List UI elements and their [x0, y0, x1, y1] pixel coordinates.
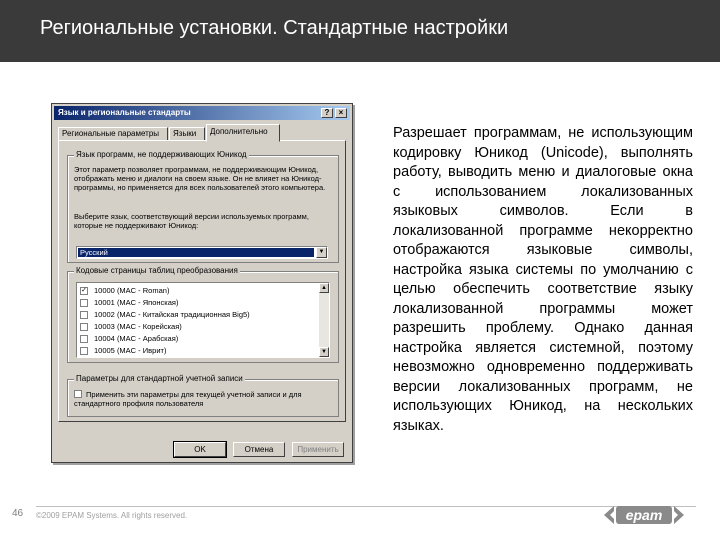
checkbox-checked[interactable]: ✓ — [80, 287, 88, 296]
nonunicode-info-text: Этот параметр позволяет программам, не п… — [74, 165, 326, 192]
checkbox[interactable] — [80, 299, 88, 308]
language-select[interactable]: Русский ▼ — [76, 246, 328, 259]
list-item-label: 10002 (MAC - Китайская традиционная Big5… — [94, 310, 250, 319]
dialog-title: Язык и региональные стандарты — [58, 108, 191, 117]
logo-text: epam — [626, 507, 663, 523]
checkbox[interactable] — [80, 323, 88, 332]
help-button[interactable]: ? — [321, 108, 333, 118]
nonunicode-group: Язык программ, не поддерживающих Юникод … — [67, 150, 339, 263]
chevron-down-icon[interactable]: ▼ — [316, 247, 327, 258]
language-select-value: Русский — [78, 248, 314, 257]
footer-divider — [36, 506, 696, 507]
list-item[interactable]: 10002 (MAC - Китайская традиционная Big5… — [80, 309, 250, 320]
list-item-label: 10000 (MAC - Roman) — [94, 286, 170, 295]
list-item-label: 10004 (MAC - Арабская) — [94, 334, 179, 343]
slide-description: Разрешает программам, не использующим ко… — [393, 125, 693, 434]
codepages-legend: Кодовые страницы таблиц преобразования — [74, 266, 240, 275]
scroll-up-icon[interactable]: ▲ — [319, 283, 329, 293]
apply-default-checkbox[interactable] — [74, 390, 82, 398]
default-account-legend: Параметры для стандартной учетной записи — [74, 374, 245, 383]
checkbox[interactable] — [80, 347, 88, 356]
ok-button[interactable]: OK — [173, 441, 227, 458]
scroll-down-icon[interactable]: ▼ — [319, 347, 329, 357]
tab-advanced[interactable]: Дополнительно — [206, 124, 280, 142]
close-button[interactable]: × — [335, 108, 347, 118]
list-item[interactable]: 10003 (MAC - Корейская) — [80, 321, 182, 332]
tab-languages[interactable]: Языки — [169, 127, 205, 141]
codepages-group: Кодовые страницы таблиц преобразования ✓… — [67, 266, 339, 363]
tab-regional-options[interactable]: Региональные параметры — [58, 127, 168, 141]
slide-title: Региональные установки. Стандартные наст… — [40, 17, 509, 39]
slide-header: Региональные установки. Стандартные наст… — [0, 0, 720, 62]
list-item-label: 10003 (MAC - Корейская) — [94, 322, 182, 331]
list-item[interactable]: ✓ 10000 (MAC - Roman) — [80, 285, 169, 296]
list-item-label: 10005 (MAC - Иврит) — [94, 346, 167, 355]
apply-default-label: Применить эти параметры для текущей учет… — [74, 390, 302, 408]
apply-default-row[interactable]: Применить эти параметры для текущей учет… — [74, 390, 338, 408]
apply-button[interactable]: Применить — [292, 442, 344, 457]
nonunicode-choose-text: Выберите язык, соответствующий версии ис… — [74, 212, 309, 230]
copyright-text: ©2009 EPAM Systems. All rights reserved. — [36, 511, 188, 520]
list-scrollbar[interactable]: ▲ ▼ — [319, 283, 329, 357]
page-number: 46 — [12, 508, 24, 519]
checkbox[interactable] — [80, 311, 88, 320]
epam-logo: epam — [604, 506, 684, 524]
default-account-group: Параметры для стандартной учетной записи… — [67, 374, 339, 417]
codepages-list[interactable]: ✓ 10000 (MAC - Roman) 10001 (MAC - Японск… — [76, 282, 330, 358]
regional-settings-dialog: Язык и региональные стандарты ? × Регион… — [51, 103, 353, 463]
advanced-tab-panel: Язык программ, не поддерживающих Юникод … — [58, 140, 346, 422]
list-item[interactable]: 10001 (MAC - Японская) — [80, 297, 179, 308]
cancel-button[interactable]: Отмена — [233, 442, 285, 457]
dialog-titlebar[interactable]: Язык и региональные стандарты ? × — [54, 106, 350, 120]
list-item[interactable]: 10005 (MAC - Иврит) — [80, 345, 166, 356]
checkbox[interactable] — [80, 335, 88, 344]
nonunicode-legend: Язык программ, не поддерживающих Юникод — [74, 150, 249, 159]
list-item-label: 10001 (MAC - Японская) — [94, 298, 179, 307]
list-item[interactable]: 10004 (MAC - Арабская) — [80, 333, 178, 344]
